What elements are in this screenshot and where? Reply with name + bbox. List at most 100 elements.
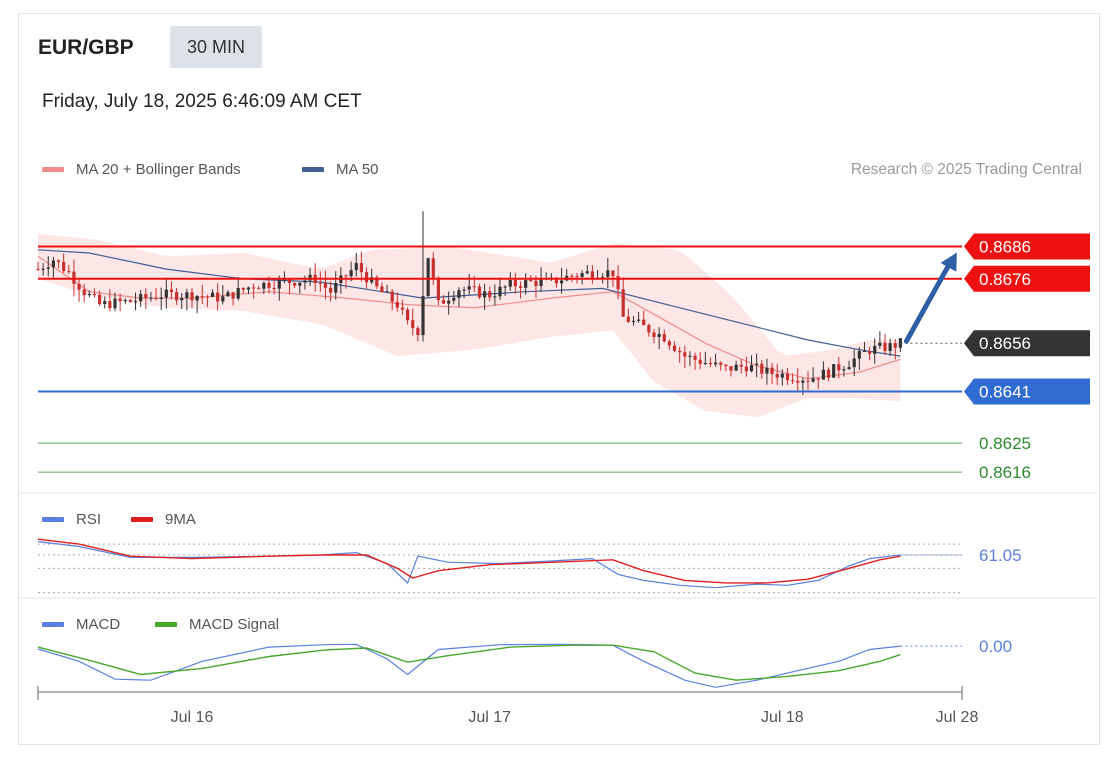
candle-body: [683, 352, 687, 357]
candle-body: [477, 286, 482, 298]
candle-body: [159, 297, 163, 299]
candle-body: [180, 298, 184, 301]
candle-body: [395, 301, 399, 308]
candle-body: [210, 292, 215, 297]
price-tag-label: 0.8641: [979, 383, 1031, 402]
candle-body: [262, 282, 266, 289]
candle-body: [164, 289, 168, 298]
candle-body: [364, 272, 369, 283]
candle-body: [411, 320, 415, 329]
candle-body: [672, 345, 677, 351]
candle-body: [441, 300, 446, 304]
candle-body: [785, 373, 790, 381]
candle-body: [590, 271, 594, 278]
candle-body: [585, 271, 589, 274]
candle-body: [406, 309, 410, 321]
candle-body: [277, 279, 281, 289]
candle-body: [637, 319, 641, 321]
candle-body: [447, 300, 451, 304]
candle-body: [82, 289, 86, 296]
candle-body: [123, 300, 127, 302]
candle-body: [693, 355, 697, 360]
candle-body: [329, 287, 333, 293]
candle-body: [87, 294, 91, 296]
candle-body: [744, 366, 748, 372]
candle-body: [272, 288, 276, 290]
candle-body: [749, 365, 754, 372]
candle-body: [775, 373, 779, 378]
rsi-ma-line: [37, 538, 901, 584]
candle-body: [293, 283, 297, 286]
candle-body: [760, 363, 764, 374]
candle-body: [62, 261, 66, 272]
x-tick-label: Jul 17: [468, 709, 511, 726]
candle-body: [231, 292, 235, 299]
candle-body: [560, 280, 564, 284]
candle-body: [67, 271, 71, 273]
candle-body: [385, 291, 389, 293]
candle-body: [842, 369, 846, 371]
candle-body: [503, 286, 507, 288]
candle-body: [36, 269, 40, 271]
candle-body: [888, 343, 892, 351]
candle-body: [631, 320, 636, 323]
candle-body: [144, 294, 148, 299]
candle-body: [472, 286, 476, 288]
candle-body: [118, 298, 122, 302]
candle-body: [529, 280, 533, 282]
candle-body: [765, 367, 769, 374]
candle-body: [642, 319, 646, 326]
candle-body: [893, 343, 897, 348]
candle-body: [816, 378, 820, 380]
candle-body: [380, 286, 384, 293]
candle-body: [873, 345, 877, 354]
rsi-line: [37, 541, 901, 589]
candle-body: [103, 300, 107, 305]
candle-body: [832, 364, 836, 378]
candle-body: [41, 268, 45, 270]
macd-signal-line: [37, 644, 901, 681]
candle-body: [791, 380, 795, 382]
candle-body: [221, 296, 225, 302]
candle-body: [739, 364, 743, 367]
candle-body: [359, 263, 363, 273]
candle-body: [46, 267, 50, 269]
candle-body: [390, 291, 394, 302]
candle-body: [169, 289, 174, 293]
candle-body: [154, 297, 158, 299]
candle-body: [708, 363, 713, 365]
price-tag-label: 0.8676: [979, 270, 1031, 289]
candle-body: [570, 275, 574, 277]
candle-body: [868, 351, 872, 354]
candle-body: [852, 358, 856, 368]
candle-body: [657, 333, 661, 337]
candle-body: [323, 283, 328, 288]
candle-body: [190, 292, 194, 301]
candle-body: [457, 290, 461, 298]
candle-body: [98, 294, 102, 305]
candle-body: [580, 273, 584, 277]
candle-body: [431, 258, 435, 278]
candle-body: [149, 297, 153, 299]
chart-canvas[interactable]: 0.8686 0.8676 0.8656 0.8641 0.8625 0.8616 61.0…: [0, 0, 1120, 762]
candle-body: [400, 307, 405, 310]
price-tag-label: 0.8616: [979, 463, 1031, 482]
candle-body: [226, 292, 230, 297]
candle-body: [821, 369, 825, 380]
candle-body: [508, 280, 512, 287]
candle-body: [72, 271, 76, 284]
candle-body: [796, 380, 800, 383]
candle-body: [626, 316, 630, 323]
candle-body: [518, 286, 523, 288]
x-tick-label: Jul 18: [761, 709, 804, 726]
candle-body: [801, 380, 805, 383]
candle-body: [837, 364, 841, 371]
candle-body: [862, 351, 867, 353]
candle-body: [298, 282, 302, 286]
bollinger-band: [38, 233, 901, 418]
candle-body: [811, 378, 815, 382]
candle-body: [200, 296, 204, 298]
candle-body: [647, 325, 651, 333]
candle-body: [354, 263, 358, 271]
candle-body: [534, 280, 538, 287]
